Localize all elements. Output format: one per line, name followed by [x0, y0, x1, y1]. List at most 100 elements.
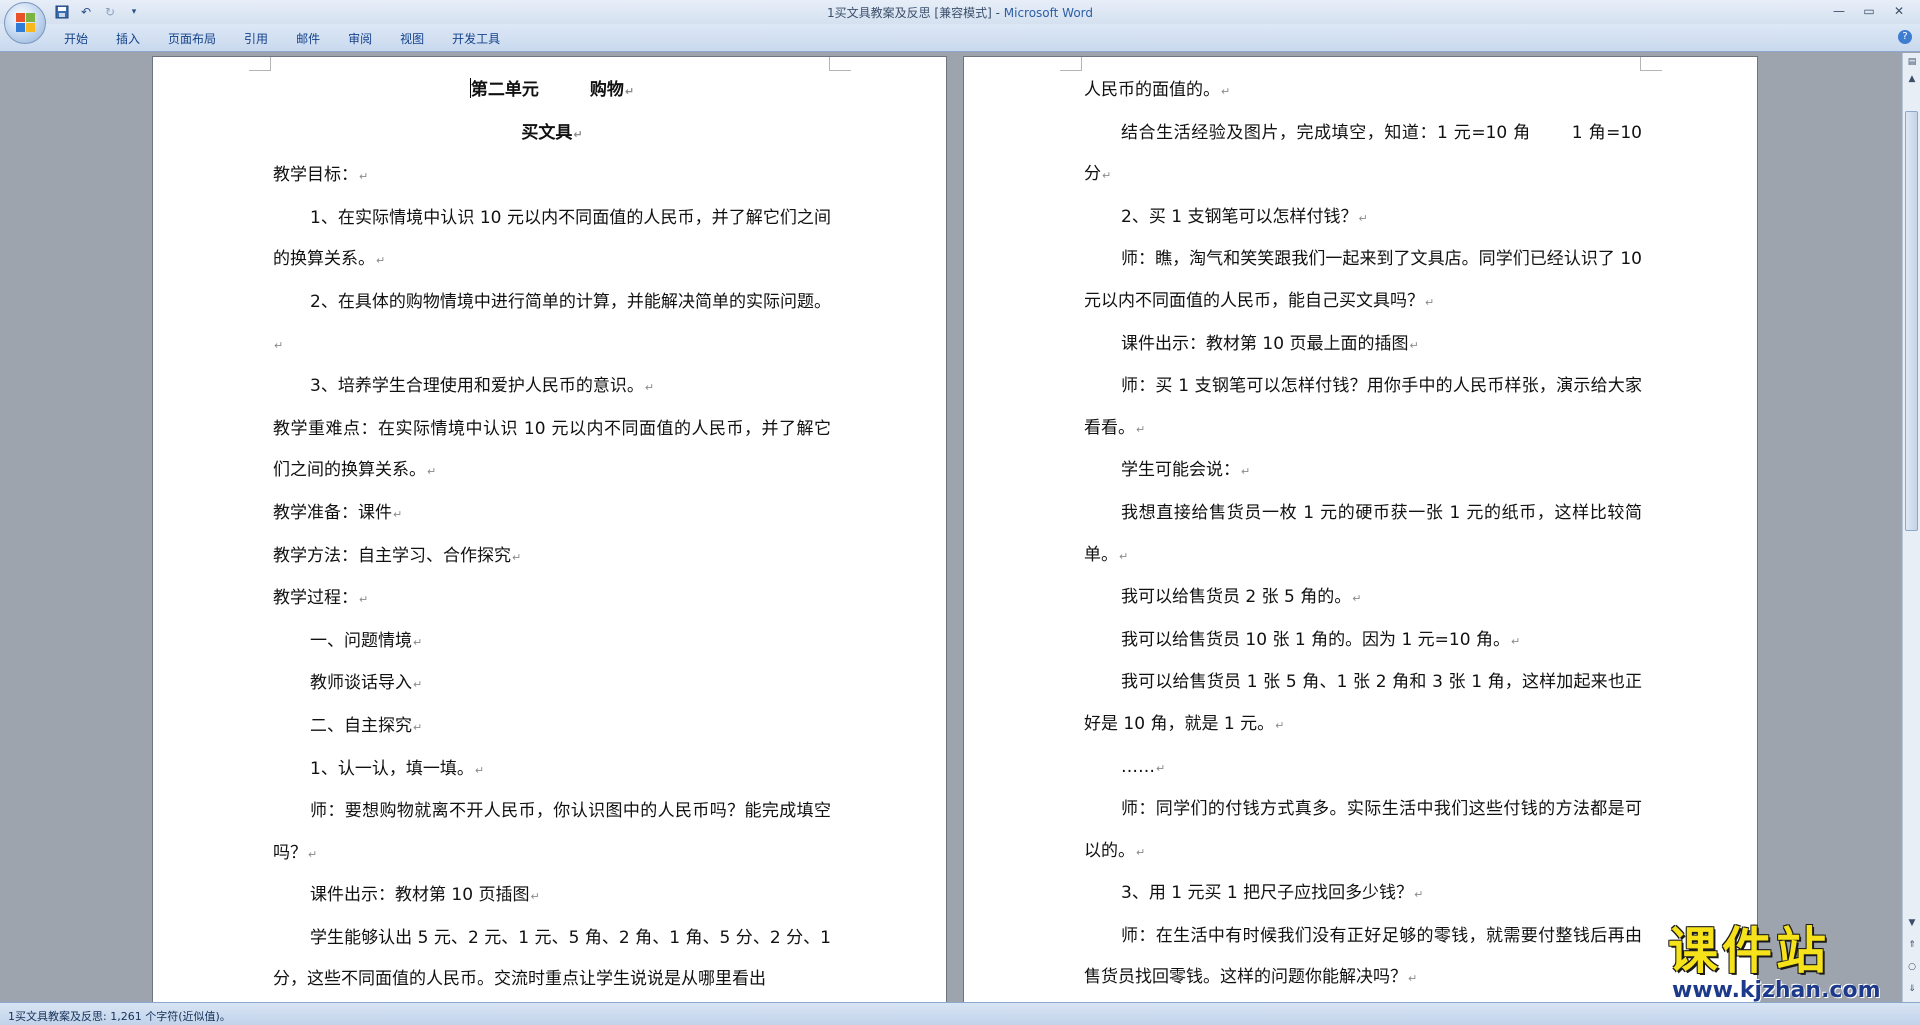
ruler-toggle-icon[interactable]: ▤	[1904, 54, 1920, 70]
paragraph-mark-icon: ↵	[573, 127, 583, 141]
document-paragraph[interactable]: 结合生活经验及图片，完成填空，知道：1 元=10 角 1 角=10 分↵	[1084, 113, 1642, 197]
scroll-down-icon[interactable]: ▼	[1904, 915, 1920, 931]
paragraph-text: 二、自主探究	[310, 715, 412, 736]
paragraph-text: 结合生活经验及图片，完成填空，知道：1 元=10 角 1 角=10 分	[1084, 122, 1642, 185]
document-paragraph[interactable]: 师：买 1 支钢笔可以怎样付钱？用你手中的人民币样张，演示给大家看看。↵	[1084, 366, 1642, 450]
paragraph-mark-icon: ↵	[1409, 338, 1419, 352]
document-paragraph[interactable]: 3、培养学生合理使用和爱护人民币的意识。↵	[273, 366, 831, 409]
document-paragraph[interactable]: 学生可能会说：↵	[1084, 450, 1642, 493]
browse-controls: ▼ ⇑ ○ ⇓	[1903, 914, 1920, 998]
document-paragraph[interactable]: 师：瞧，淘气和笑笑跟我们一起来到了文具店。同学们已经认识了 10 元以内不同面值…	[1084, 239, 1642, 323]
document-page-right[interactable]: 人民币的面值的。↵ 结合生活经验及图片，完成填空，知道：1 元=10 角 1 角=…	[963, 56, 1758, 1002]
paragraph-text: 2、买 1 支钢笔可以怎样付钱？	[1121, 206, 1358, 227]
next-page-icon[interactable]: ⇓	[1904, 981, 1920, 997]
paragraph-mark-icon: ↵	[644, 381, 655, 395]
paragraph-mark-icon: ↵	[530, 890, 540, 904]
document-page-left[interactable]: 第二单元 购物↵ 买文具↵ 教学目标：↵ 1、在实际情境中认识 10 元以内不同面值的…	[152, 56, 947, 1002]
document-paragraph[interactable]: 人民币的面值的。↵	[1084, 70, 1642, 113]
paragraph-mark-icon: ↵	[393, 507, 403, 521]
minimize-icon[interactable]: —	[1824, 2, 1854, 20]
browse-object-icon[interactable]: ○	[1904, 959, 1920, 975]
paragraph-mark-icon: ↵	[413, 635, 423, 649]
tab-view[interactable]: 视图	[386, 30, 438, 48]
document-paragraph[interactable]: 教师谈话导入↵	[273, 663, 831, 706]
vertical-scrollbar[interactable]: ▤ ▲ ▼ ⇑ ○ ⇓	[1902, 53, 1920, 1002]
document-paragraph[interactable]: 教学准备：课件↵	[273, 493, 831, 536]
maximize-icon[interactable]: ▭	[1854, 2, 1884, 20]
document-paragraph[interactable]: 教学方法：自主学习、合作探究↵	[273, 536, 831, 579]
document-paragraph[interactable]: 课件出示：教材第 10 页最上面的插图↵	[1084, 324, 1642, 367]
document-paragraph[interactable]: 师：同学们的付钱方式真多。实际生活中我们这些付钱的方法都是可以的。↵	[1084, 789, 1642, 873]
paragraph-text: 学生可能会说：	[1121, 460, 1240, 481]
document-paragraph[interactable]: 买文具↵	[273, 113, 831, 156]
document-paragraph[interactable]: 我想直接给售货员一枚 1 元的硬币获一张 1 元的纸币，这样比较简单。↵	[1084, 493, 1642, 577]
paragraph-text: 1、认一认，填一填。	[310, 758, 474, 779]
app-name: Microsoft Word	[1003, 6, 1094, 20]
page-text-right[interactable]: 人民币的面值的。↵ 结合生活经验及图片，完成填空，知道：1 元=10 角 1 角=…	[1084, 70, 1642, 1000]
tab-home[interactable]: 开始	[50, 30, 102, 48]
page-text-left[interactable]: 第二单元 购物↵ 买文具↵ 教学目标：↵ 1、在实际情境中认识 10 元以内不同面值的…	[273, 70, 831, 1001]
paragraph-text: 人民币的面值的。	[1084, 80, 1220, 100]
paragraph-mark-icon: ↵	[1425, 295, 1435, 309]
document-paragraph[interactable]: 二、自主探究↵	[273, 706, 831, 749]
help-icon[interactable]: ?	[1898, 30, 1912, 44]
paragraph-text: 师：瞧，淘气和笑笑跟我们一起来到了文具店。同学们已经认识了 10 元以内不同面值…	[1084, 249, 1642, 311]
paragraph-mark-icon: ↵	[1156, 761, 1166, 775]
document-paragraph[interactable]: 我可以给售货员 2 张 5 角的。↵	[1084, 577, 1642, 620]
paragraph-mark-icon: ↵	[624, 85, 635, 98]
document-paragraph[interactable]: 我可以给售货员 10 张 1 角的。因为 1 元=10 角。↵	[1084, 620, 1642, 663]
tab-developer[interactable]: 开发工具	[438, 30, 514, 48]
document-paragraph[interactable]: 师：要想购物就离不开人民币，你认识图中的人民币吗？能完成填空吗？↵	[273, 791, 831, 875]
document-paragraph[interactable]: 教学目标：↵	[273, 155, 831, 198]
tab-references[interactable]: 引用	[230, 30, 282, 48]
paragraph-text: 教学目标：	[273, 165, 358, 186]
document-paragraph[interactable]: 1、认一认，填一填。↵	[273, 749, 831, 792]
document-paragraph[interactable]: 课件出示：教材第 10 页插图↵	[273, 875, 831, 918]
paragraph-text: 一、问题情境	[310, 630, 412, 651]
window-controls: — ▭ ✕	[1824, 2, 1914, 20]
paragraph-mark-icon: ↵	[1136, 422, 1146, 436]
paragraph-mark-icon: ↵	[1352, 592, 1362, 606]
document-name: 1买文具教案及反思 [兼容模式] -	[826, 6, 1004, 20]
scroll-thumb[interactable]	[1905, 111, 1918, 531]
scroll-up-icon[interactable]: ▲	[1904, 71, 1920, 87]
document-paragraph[interactable]: 3、用 1 元买 1 把尺子应找回多少钱？↵	[1084, 873, 1642, 916]
tab-page-layout[interactable]: 页面布局	[154, 30, 230, 48]
status-word-count[interactable]: 1买文具教案及反思: 1,261 个字符(近似值)。	[8, 1008, 231, 1024]
document-paragraph[interactable]: 教学过程：↵	[273, 578, 831, 621]
document-paragraph[interactable]: 教学重难点：在实际情境中认识 10 元以内不同面值的人民币，并了解它们之间的换算…	[273, 409, 831, 493]
paragraph-mark-icon: ↵	[376, 254, 386, 268]
tab-mailings[interactable]: 邮件	[282, 30, 334, 48]
paragraph-mark-icon: ↵	[1241, 465, 1251, 479]
paragraph-mark-icon: ↵	[413, 678, 423, 692]
document-paragraph[interactable]: 1、在实际情境中认识 10 元以内不同面值的人民币，并了解它们之间的换算关系。↵	[273, 198, 831, 282]
document-paragraph[interactable]: 2、在具体的购物情境中进行简单的计算，并能解决简单的实际问题。 ↵	[273, 282, 831, 366]
paragraph-text: ……	[1121, 756, 1155, 777]
previous-page-icon[interactable]: ⇑	[1904, 937, 1920, 953]
document-paragraph[interactable]: 一、问题情境↵	[273, 621, 831, 664]
crop-mark	[1640, 57, 1662, 71]
document-paragraph[interactable]: 2、买 1 支钢笔可以怎样付钱？↵	[1084, 197, 1642, 240]
paragraph-text: 3、培养学生合理使用和爱护人民币的意识。	[310, 376, 644, 397]
office-button[interactable]	[4, 2, 46, 44]
paragraph-mark-icon: ↵	[1414, 888, 1424, 902]
ribbon: 开始 插入 页面布局 引用 邮件 审阅 视图 开发工具 ?	[0, 24, 1920, 52]
paragraph-mark-icon: ↵	[308, 847, 318, 861]
paragraph-text: 学生能够认出 5 元、2 元、1 元、5 角、2 角、1 角、5 分、2 分、1…	[273, 927, 831, 990]
paragraph-mark-icon: ↵	[1221, 85, 1231, 98]
paragraph-text: 教师谈话导入	[310, 673, 412, 694]
document-paragraph[interactable]: 我可以给售货员 1 张 5 角、1 张 2 角和 3 张 1 角，这样加起来也正…	[1084, 662, 1642, 746]
paragraph-text: 师：同学们的付钱方式真多。实际生活中我们这些付钱的方法都是可以的。	[1084, 799, 1642, 861]
paragraph-text: 教学方法：自主学习、合作探究	[273, 545, 511, 566]
watermark: 课件站 www.kjzhan.com	[1668, 924, 1898, 1003]
document-paragraph[interactable]: ……↵	[1084, 747, 1642, 790]
paragraph-mark-icon: ↵	[1136, 845, 1146, 859]
tab-review[interactable]: 审阅	[334, 30, 386, 48]
watermark-logo: 课件站	[1668, 922, 1830, 980]
document-paragraph[interactable]: 学生能够认出 5 元、2 元、1 元、5 角、2 角、1 角、5 分、2 分、1…	[273, 918, 831, 1001]
document-paragraph[interactable]: 师：在生活中有时候我们没有正好足够的零钱，就需要付整钱后再由售货员找回零钱。这样…	[1084, 916, 1642, 1000]
document-area[interactable]: 第二单元 购物↵ 买文具↵ 教学目标：↵ 1、在实际情境中认识 10 元以内不同面值的…	[0, 53, 1902, 1002]
tab-insert[interactable]: 插入	[102, 30, 154, 48]
close-icon[interactable]: ✕	[1884, 2, 1914, 20]
document-paragraph[interactable]: 第二单元 购物↵	[273, 70, 831, 113]
